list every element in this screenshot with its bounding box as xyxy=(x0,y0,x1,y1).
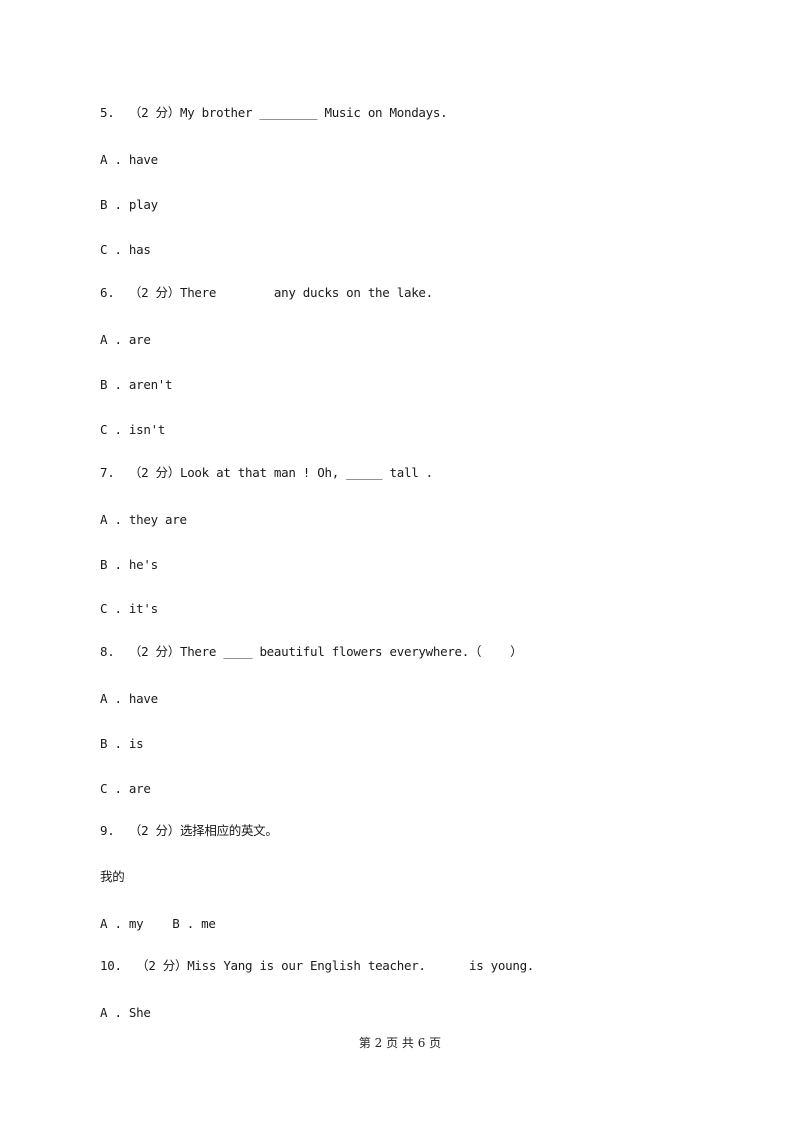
question-text: Miss Yang is our English teacher. is you… xyxy=(187,958,535,973)
question-score: （2 分） xyxy=(136,958,188,973)
option-b: B . is xyxy=(100,736,144,751)
option-a: A . are xyxy=(100,332,151,347)
question-5-stem: 5. （2 分）My brother ________ Music on Mon… xyxy=(100,105,448,121)
option-c: C . has xyxy=(100,242,151,257)
question-prompt: 我的 xyxy=(100,869,125,884)
question-6-stem: 6. （2 分）There any ducks on the lake. xyxy=(100,285,433,301)
option-a: A . She xyxy=(100,1005,151,1020)
options-inline: A . my B . me xyxy=(100,916,216,931)
option-a: A . they are xyxy=(100,512,187,527)
option-c: C . isn't xyxy=(100,422,166,437)
question-text: My brother ________ Music on Mondays. xyxy=(179,105,448,120)
question-number: 8. xyxy=(100,644,115,659)
option-a: A . have xyxy=(100,691,158,706)
question-number: 9. xyxy=(100,823,115,838)
question-number: 6. xyxy=(100,285,115,300)
question-number: 7. xyxy=(100,465,115,480)
question-text: There any ducks on the lake. xyxy=(179,285,433,300)
question-text: There ____ beautiful flowers everywhere.… xyxy=(179,644,523,659)
question-number: 10. xyxy=(100,958,122,973)
question-score: （2 分） xyxy=(128,465,180,480)
option-c: C . it's xyxy=(100,601,158,616)
question-10-stem: 10. （2 分）Miss Yang is our English teache… xyxy=(100,958,534,974)
question-7-stem: 7. （2 分）Look at that man ! Oh, _____ tal… xyxy=(100,465,433,481)
question-number: 5. xyxy=(100,105,115,120)
question-score: （2 分） xyxy=(128,823,180,838)
option-b: B . play xyxy=(100,197,158,212)
question-9-stem: 9. （2 分）选择相应的英文。 xyxy=(100,823,278,839)
question-score: （2 分） xyxy=(128,105,180,120)
question-text: Look at that man ! Oh, _____ tall . xyxy=(179,465,433,480)
question-score: （2 分） xyxy=(128,285,180,300)
page-number-footer: 第 2 页 共 6 页 xyxy=(358,1036,442,1050)
option-a: A . have xyxy=(100,152,158,167)
question-text: 选择相应的英文。 xyxy=(179,823,278,838)
option-c: C . are xyxy=(100,781,151,796)
option-b: B . aren't xyxy=(100,377,173,392)
question-8-stem: 8. （2 分）There ____ beautiful flowers eve… xyxy=(100,644,523,660)
question-score: （2 分） xyxy=(128,644,180,659)
option-b: B . he's xyxy=(100,557,158,572)
